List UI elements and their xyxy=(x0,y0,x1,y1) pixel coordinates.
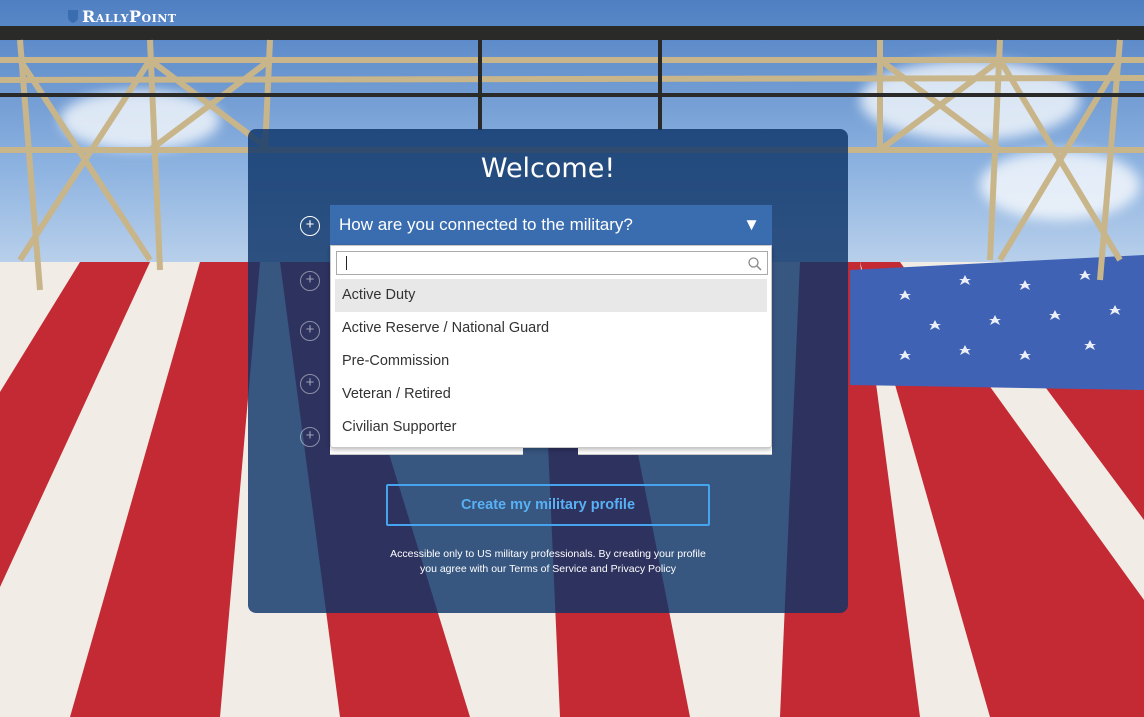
search-icon xyxy=(748,257,762,271)
option-active-reserve[interactable]: Active Reserve / National Guard xyxy=(335,312,767,345)
plus-circle-icon: + xyxy=(300,216,320,236)
plus-circle-icon: + xyxy=(300,321,320,341)
connection-dropdown: Active Duty Active Reserve / National Gu… xyxy=(330,245,772,448)
option-list: Active Duty Active Reserve / National Gu… xyxy=(335,279,767,444)
option-civilian-supporter[interactable]: Civilian Supporter xyxy=(335,411,767,444)
logo-text: RallyPoint xyxy=(82,7,177,26)
rallypoint-logo[interactable]: RallyPoint xyxy=(68,7,176,26)
dropdown-search-box[interactable] xyxy=(336,251,768,275)
legal-and: and xyxy=(587,563,611,575)
legal-line-1: Accessible only to US military professio… xyxy=(390,548,706,560)
terms-link[interactable]: Terms of Service xyxy=(509,563,587,575)
caret-down-icon: ▼ xyxy=(743,215,760,234)
modal-title: Welcome! xyxy=(480,153,616,184)
create-profile-button[interactable]: Create my military profile xyxy=(386,484,710,526)
plus-circle-icon: + xyxy=(300,271,320,291)
text-cursor xyxy=(346,256,347,270)
option-pre-commission[interactable]: Pre-Commission xyxy=(335,345,767,378)
shield-icon xyxy=(68,10,78,23)
option-veteran-retired[interactable]: Veteran / Retired xyxy=(335,378,767,411)
plus-circle-icon: + xyxy=(300,427,320,447)
option-active-duty[interactable]: Active Duty xyxy=(335,279,767,312)
plus-circle-icon: + xyxy=(300,374,320,394)
military-connection-select[interactable]: How are you connected to the military? ▼ xyxy=(330,205,772,245)
privacy-link[interactable]: Privacy Policy xyxy=(611,563,676,575)
legal-prefix: you agree with our xyxy=(419,563,510,575)
legal-notice: Accessible only to US military professio… xyxy=(248,547,848,577)
legal-line-2: you agree with our Terms of Service and … xyxy=(248,562,848,577)
select-label: How are you connected to the military? xyxy=(339,215,633,234)
welcome-modal: Welcome! + + + + + How are you connected… xyxy=(248,129,848,613)
dropdown-search-input[interactable] xyxy=(337,252,742,274)
